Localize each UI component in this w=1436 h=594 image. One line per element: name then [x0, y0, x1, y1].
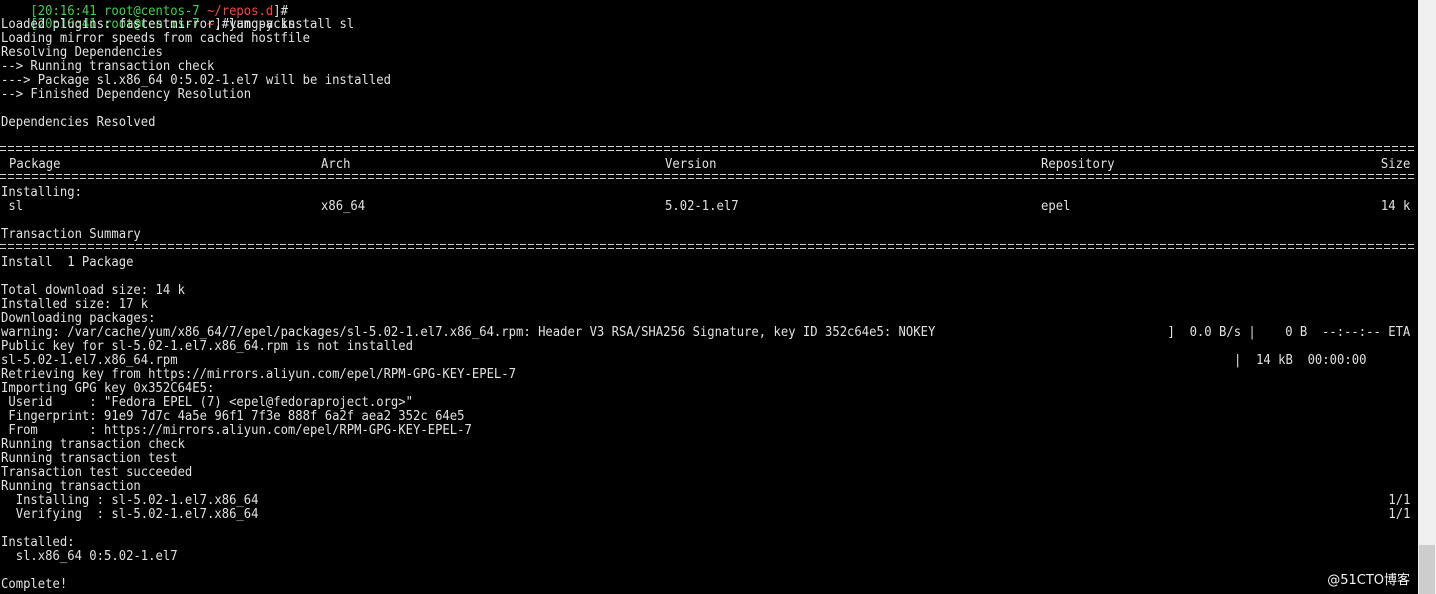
output-line: Resolving Dependencies — [1, 45, 163, 60]
complete-message: Complete! — [1, 577, 68, 592]
output-line: Fingerprint: 91e9 7d7c 4a5e 96f1 7f3e 88… — [1, 409, 465, 424]
table-cell-package: sl — [1, 199, 24, 214]
output-line: Total download size: 14 k — [1, 283, 185, 298]
separator-rule — [0, 146, 1416, 151]
column-header-size: Size — [1380, 157, 1410, 172]
column-header-repository: Repository — [1041, 157, 1115, 172]
output-line: Transaction test succeeded — [1, 465, 193, 480]
output-line: Dependencies Resolved — [1, 115, 156, 130]
table-cell-arch: x86_64 — [321, 199, 366, 214]
output-line: Userid : "Fedora EPEL (7) <epel@fedorapr… — [1, 395, 413, 410]
vertical-scrollbar[interactable] — [1418, 0, 1436, 594]
separator-rule — [0, 244, 1416, 249]
transaction-summary-heading: Transaction Summary — [1, 227, 141, 242]
output-line: Loaded plugins: fastestmirror, langpacks — [1, 17, 296, 32]
separator-rule — [0, 174, 1416, 179]
output-line: --> Finished Dependency Resolution — [1, 87, 252, 102]
install-count-line: Install 1 Package — [1, 255, 134, 270]
output-line: From : https://mirrors.aliyun.com/epel/R… — [1, 423, 472, 438]
output-line: ---> Package sl.x86_64 0:5.02-1.el7 will… — [1, 73, 391, 88]
column-header-version: Version — [665, 157, 717, 172]
step-count: 1/1 — [1387, 493, 1410, 508]
output-line: Importing GPG key 0x352C64E5: — [1, 381, 215, 396]
output-line: Public key for sl-5.02-1.el7.x86_64.rpm … — [1, 339, 413, 354]
step-line: Installing : sl-5.02-1.el7.x86_64 — [1, 493, 259, 508]
step-count: 1/1 — [1387, 507, 1410, 522]
installed-heading: Installed: — [1, 535, 75, 550]
rpm-download-progress: | 14 kB 00:00:00 — [1234, 353, 1367, 368]
output-line: Installed size: 17 k — [1, 297, 149, 312]
warning-line: warning: /var/cache/yum/x86_64/7/epel/pa… — [1, 325, 936, 340]
column-header-package: Package — [9, 157, 61, 172]
output-line: Running transaction check — [1, 437, 185, 452]
output-line: --> Running transaction check — [1, 59, 215, 74]
output-line: Running transaction test — [1, 451, 178, 466]
watermark: @51CTO博客 — [1327, 573, 1410, 588]
output-line: Loading mirror speeds from cached hostfi… — [1, 31, 311, 46]
download-progress: ] 0.0 B/s | 0 B --:--:-- ETA — [1167, 325, 1410, 340]
table-cell-repository: epel — [1041, 199, 1071, 214]
output-line: Running transaction — [1, 479, 141, 494]
table-section-label: Installing: — [1, 185, 82, 200]
terminal-output[interactable]: [20:16:41 root@centos-7 ~/repos.d]# [20:… — [0, 0, 1418, 594]
rpm-filename-line: sl-5.02-1.el7.x86_64.rpm — [1, 353, 178, 368]
command-prompt-line: [20:16:41 root@centos-7 ~]#yum -y instal… — [1, 4, 354, 32]
table-cell-size: 14 k — [1380, 199, 1410, 214]
output-line: Downloading packages: — [1, 311, 156, 326]
installed-package: sl.x86_64 0:5.02-1.el7 — [1, 549, 178, 564]
step-line: Verifying : sl-5.02-1.el7.x86_64 — [1, 507, 259, 522]
scrollbar-thumb[interactable] — [1419, 545, 1435, 594]
output-line: Retrieving key from https://mirrors.aliy… — [1, 367, 517, 382]
column-header-arch: Arch — [321, 157, 351, 172]
table-cell-version: 5.02-1.el7 — [665, 199, 739, 214]
